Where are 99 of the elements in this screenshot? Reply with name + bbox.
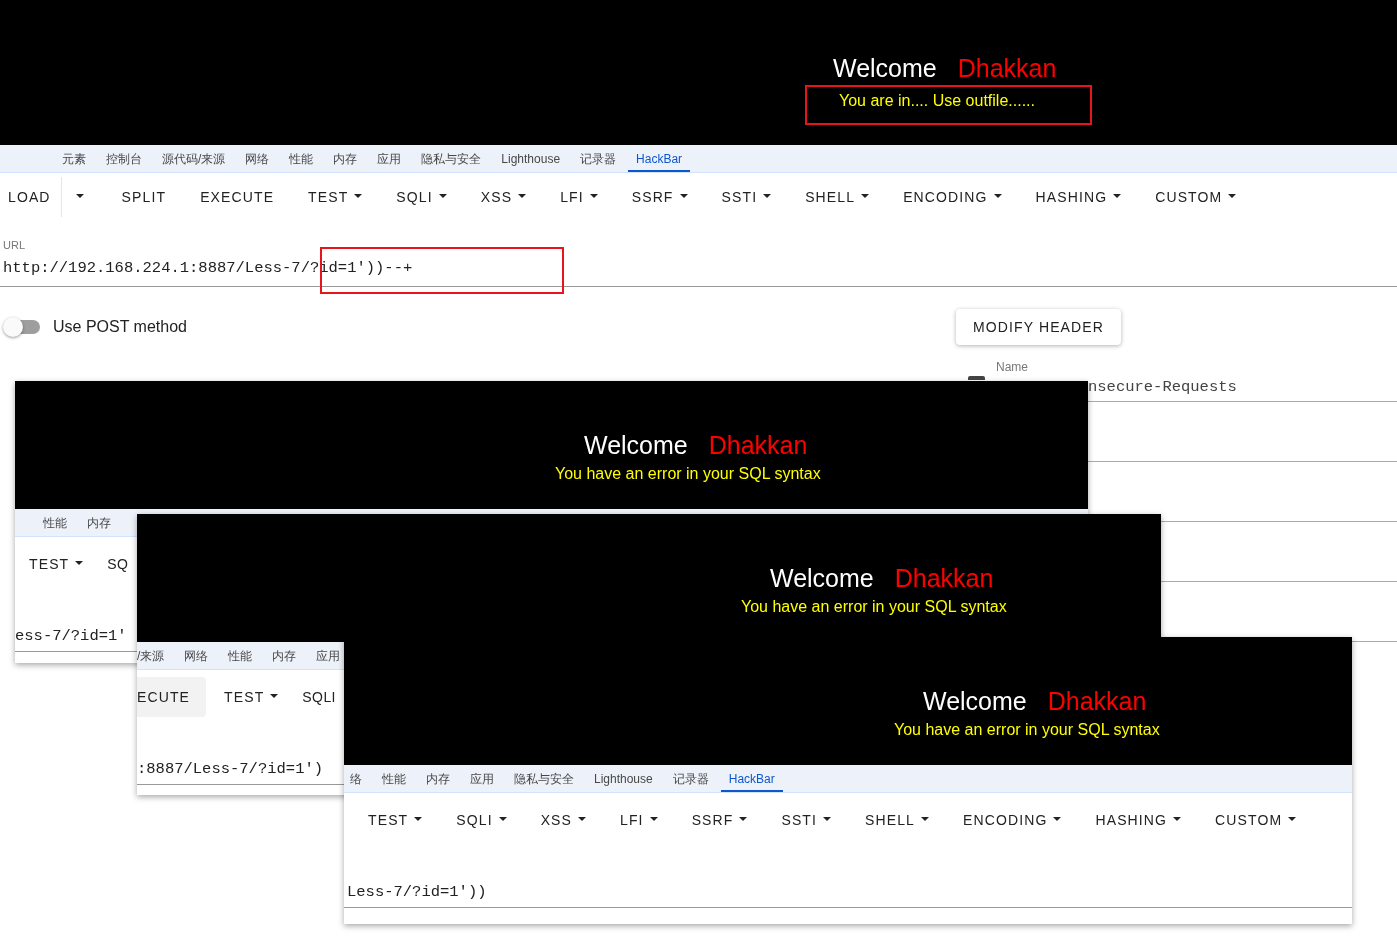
- url-field[interactable]: :8887/Less-7/?id=1'): [137, 757, 324, 784]
- menu-button[interactable]: HASHING: [1079, 800, 1198, 840]
- menu-button[interactable]: SHELL: [849, 800, 946, 840]
- caret-icon: [1288, 817, 1297, 821]
- devtools-tab[interactable]: 隐私与安全: [421, 145, 482, 172]
- url-field[interactable]: ess-7/?id=1': [15, 624, 127, 651]
- toolbar-button[interactable]: ECUTE: [137, 677, 207, 717]
- devtools-tab[interactable]: 网络: [245, 145, 270, 172]
- devtools-tab[interactable]: Lighthouse: [501, 145, 561, 172]
- devtools-tab[interactable]: 控制台: [106, 145, 142, 172]
- caret-icon: [921, 817, 930, 821]
- caret-icon: [354, 194, 363, 198]
- user-name: Dhakkan: [708, 430, 808, 461]
- caret-icon: [438, 194, 447, 198]
- devtools-tab[interactable]: 内存: [333, 145, 358, 172]
- devtools-tab[interactable]: 内存: [426, 765, 450, 792]
- menu-button[interactable]: TEST: [292, 177, 379, 217]
- devtools-tab[interactable]: HackBar: [628, 145, 691, 172]
- caret-icon: [649, 817, 658, 821]
- menu-button[interactable]: CUSTOM: [1199, 800, 1313, 840]
- load-button[interactable]: LOAD: [0, 177, 59, 217]
- menu-button[interactable]: XSS: [464, 177, 543, 217]
- caret-icon: [1053, 817, 1062, 821]
- devtools-tab[interactable]: 性能: [382, 765, 406, 792]
- devtools-tab[interactable]: /来源: [137, 642, 165, 669]
- devtools-tab[interactable]: 隐私与安全: [514, 765, 574, 792]
- devtools-tab[interactable]: 应用: [470, 765, 494, 792]
- devtools-tab[interactable]: 性能: [43, 509, 67, 536]
- devtools-tab[interactable]: 应用: [377, 145, 402, 172]
- header-value-field[interactable]: nsecure-Requests: [1088, 376, 1397, 402]
- toolbar-button[interactable]: SPLIT: [105, 177, 183, 217]
- status-message: You are in.... Use outfile......: [839, 91, 1035, 111]
- user-name: Dhakkan: [894, 563, 994, 594]
- devtools-tab[interactable]: 性能: [228, 642, 253, 669]
- devtools-tab[interactable]: 络: [350, 765, 362, 792]
- caret-icon: [739, 817, 748, 821]
- caret-icon: [679, 194, 688, 198]
- toggle-switch[interactable]: [3, 317, 41, 337]
- menu-button[interactable]: ENCODING: [887, 177, 1018, 217]
- devtools-tab[interactable]: 内存: [272, 642, 297, 669]
- caret-icon: [75, 194, 84, 198]
- welcome-text: Welcome: [833, 53, 937, 84]
- devtools-tab[interactable]: 记录器: [580, 145, 617, 172]
- menu-button[interactable]: SSTI: [765, 800, 848, 840]
- menu-button[interactable]: TEST: [352, 800, 439, 840]
- menu-button[interactable]: TEST: [15, 544, 100, 584]
- devtools-tab[interactable]: 源代码/来源: [162, 145, 226, 172]
- caret-icon: [518, 194, 527, 198]
- toolbar-button[interactable]: SQ: [107, 544, 129, 584]
- field-label: Name: [996, 360, 1029, 374]
- toolbar-button[interactable]: EXECUTE: [184, 177, 291, 217]
- checkbox[interactable]: [968, 376, 985, 380]
- url-label: URL: [3, 239, 26, 251]
- caret-icon: [861, 194, 870, 198]
- welcome-text: Welcome: [923, 686, 1027, 717]
- user-name: Dhakkan: [957, 53, 1057, 84]
- caret-icon: [1173, 817, 1182, 821]
- menu-button[interactable]: SQLI: [440, 800, 523, 840]
- devtools-tab[interactable]: 记录器: [672, 765, 709, 792]
- menu-button[interactable]: SHELL: [789, 177, 886, 217]
- caret-icon: [270, 694, 279, 698]
- menu-button[interactable]: ENCODING: [947, 800, 1078, 840]
- caret-icon: [1228, 194, 1237, 198]
- devtools-tab[interactable]: Lighthouse: [594, 765, 653, 792]
- caret-icon: [763, 194, 772, 198]
- caret-icon: [75, 561, 84, 565]
- caret-icon: [1113, 194, 1122, 198]
- menu-button[interactable]: LFI: [604, 800, 674, 840]
- menu-button[interactable]: SSRF: [615, 177, 704, 217]
- devtools-tab[interactable]: HackBar: [720, 765, 783, 792]
- devtools-tab[interactable]: 性能: [289, 145, 314, 172]
- menu-button[interactable]: LFI: [544, 177, 614, 217]
- menu-button[interactable]: SSTI: [705, 177, 788, 217]
- caret-icon: [993, 194, 1002, 198]
- devtools-tab[interactable]: 内存: [87, 509, 111, 536]
- user-name: Dhakkan: [1047, 686, 1147, 717]
- status-message: You have an error in your SQL syntax: [741, 597, 1007, 617]
- caret-icon: [578, 817, 587, 821]
- menu-button[interactable]: CUSTOM: [1139, 177, 1253, 217]
- status-message: You have an error in your SQL syntax: [894, 720, 1160, 740]
- devtools-tab[interactable]: 元素: [62, 145, 86, 172]
- devtools-tab[interactable]: 网络: [184, 642, 209, 669]
- toolbar-button[interactable]: SQLI: [302, 677, 336, 717]
- menu-button[interactable]: TEST: [208, 677, 295, 717]
- caret-icon: [498, 817, 507, 821]
- welcome-text: Welcome: [770, 563, 874, 594]
- status-message: You have an error in your SQL syntax: [555, 464, 821, 484]
- caret-icon: [589, 194, 598, 198]
- menu-button[interactable]: SSRF: [675, 800, 764, 840]
- menu-button[interactable]: XSS: [524, 800, 603, 840]
- devtools-tab[interactable]: 应用: [316, 642, 341, 669]
- caret-icon: [414, 817, 423, 821]
- toggle-label: Use POST method: [53, 317, 187, 337]
- menu-button[interactable]: SQLI: [380, 177, 463, 217]
- menu-button[interactable]: HASHING: [1019, 177, 1138, 217]
- caret-icon: [823, 817, 832, 821]
- welcome-text: Welcome: [584, 430, 688, 461]
- modify-header-button[interactable]: MODIFY HEADER: [956, 309, 1121, 345]
- url-field[interactable]: Less-7/?id=1')): [344, 880, 487, 907]
